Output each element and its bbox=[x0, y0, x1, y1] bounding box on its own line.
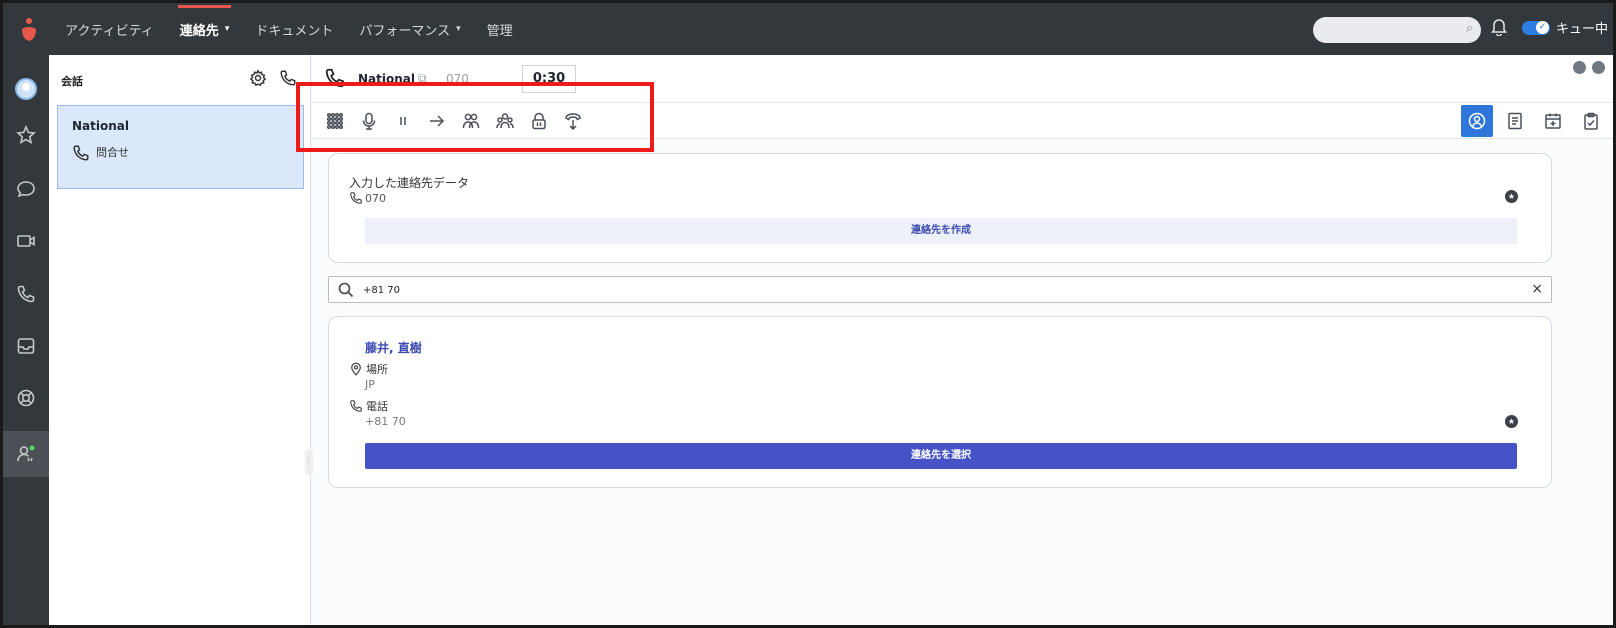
tab-notes[interactable] bbox=[1499, 105, 1531, 137]
rail-help[interactable] bbox=[3, 378, 49, 418]
phone-icon bbox=[350, 192, 362, 204]
conversation-item-type: 問合せ bbox=[72, 144, 129, 162]
avatar bbox=[15, 78, 37, 100]
contact-search-input[interactable] bbox=[363, 281, 1503, 299]
phone-icon bbox=[73, 145, 89, 161]
queue-label: キュー中 bbox=[1556, 22, 1609, 37]
rail-phone[interactable] bbox=[3, 274, 49, 314]
tab-wrapup[interactable] bbox=[1575, 105, 1607, 137]
entered-contact-number-value: 070 bbox=[365, 191, 386, 205]
nav-activity-label: アクティビティ bbox=[65, 23, 154, 39]
nav-performance-label: パフォーマンス bbox=[359, 23, 451, 39]
clear-search-icon[interactable]: × bbox=[1531, 281, 1543, 297]
global-search-input[interactable]: ⌕ bbox=[1313, 17, 1481, 43]
highlight-box bbox=[296, 82, 654, 152]
schedule-icon bbox=[1545, 113, 1561, 129]
contact-phone-row: 電話 bbox=[349, 398, 388, 414]
phone-icon bbox=[17, 285, 35, 303]
video-icon bbox=[17, 235, 35, 247]
search-icon: ⌕ bbox=[1465, 21, 1473, 36]
conversation-item-type-label: 問合せ bbox=[96, 146, 129, 159]
top-nav: アクティビティ 連絡先 ▾ ドキュメント パフォーマンス ▾ 管理 bbox=[65, 3, 539, 55]
nav-admin[interactable]: 管理 bbox=[487, 3, 513, 55]
lifebuoy-icon bbox=[17, 389, 35, 407]
entered-contact-title: 入力した連絡先データ bbox=[349, 176, 470, 190]
chat-icon bbox=[17, 181, 35, 198]
gear-icon[interactable] bbox=[249, 69, 267, 92]
conversation-panel: 会話 National 問合せ bbox=[49, 55, 311, 625]
side-panel-tabs bbox=[1461, 105, 1607, 137]
rail-favorites[interactable] bbox=[3, 115, 49, 155]
conversation-item-name: National bbox=[72, 119, 129, 133]
rail-agent-status[interactable] bbox=[3, 431, 49, 477]
back-icon[interactable] bbox=[1573, 61, 1586, 74]
select-contact-button[interactable]: 連絡先を選択 bbox=[365, 443, 1517, 469]
chevron-down-icon: ▾ bbox=[224, 24, 230, 34]
rail-profile[interactable] bbox=[3, 69, 49, 109]
toggle-switch[interactable] bbox=[1522, 20, 1550, 35]
phone-icon bbox=[350, 400, 362, 412]
agent-status-icon bbox=[17, 445, 35, 462]
globe-icon[interactable] bbox=[1592, 61, 1605, 74]
contact-icon bbox=[1468, 112, 1486, 130]
inbox-icon bbox=[17, 338, 35, 354]
rail-chat[interactable] bbox=[3, 169, 49, 209]
tab-schedule[interactable] bbox=[1537, 105, 1569, 137]
conversation-panel-title: 会話 bbox=[61, 75, 83, 88]
star-icon[interactable]: ★ bbox=[1505, 190, 1518, 203]
nav-documents-label: ドキュメント bbox=[255, 23, 334, 39]
rail-video[interactable] bbox=[3, 221, 49, 261]
contact-result-name[interactable]: 藤井, 直樹 bbox=[365, 339, 422, 356]
star-icon bbox=[16, 125, 36, 144]
create-contact-button[interactable]: 連絡先を作成 bbox=[365, 218, 1517, 244]
nav-activity[interactable]: アクティビティ bbox=[65, 3, 154, 55]
conversation-item[interactable]: National 問合せ bbox=[57, 105, 304, 189]
header-actions bbox=[1573, 61, 1605, 74]
chevron-down-icon: ▾ bbox=[456, 24, 461, 34]
star-icon[interactable]: ★ bbox=[1505, 415, 1518, 428]
tab-contact[interactable] bbox=[1461, 105, 1493, 137]
bell-icon[interactable] bbox=[1491, 18, 1507, 40]
entered-contact-card: 入力した連絡先データ 070 ★ 連絡先を作成 bbox=[328, 153, 1552, 263]
queue-toggle[interactable]: キュー中 bbox=[1522, 18, 1608, 37]
contact-location-row: 場所 bbox=[349, 361, 388, 377]
nav-performance[interactable]: パフォーマンス ▾ bbox=[359, 3, 460, 55]
location-pin-icon bbox=[351, 362, 361, 376]
rail-inbox[interactable] bbox=[3, 326, 49, 366]
contact-location-label: 場所 bbox=[366, 363, 388, 376]
new-call-phone-icon[interactable] bbox=[279, 69, 297, 91]
contact-phone-label: 電話 bbox=[366, 400, 388, 413]
contact-result-card: 藤井, 直樹 場所 JP 電話 +81 70 ★ 連絡先を選択 bbox=[328, 316, 1552, 488]
clipboard-icon bbox=[1584, 112, 1598, 130]
genesys-logo-icon[interactable] bbox=[17, 17, 41, 43]
nav-documents[interactable]: ドキュメント bbox=[255, 3, 333, 55]
app-frame: アクティビティ 連絡先 ▾ ドキュメント パフォーマンス ▾ 管理 ⌕ ✓ キュ… bbox=[0, 0, 1616, 628]
nav-contacts-label: 連絡先 bbox=[179, 23, 219, 39]
top-bar: アクティビティ 連絡先 ▾ ドキュメント パフォーマンス ▾ 管理 ⌕ ✓ キュ… bbox=[3, 3, 1613, 55]
nav-contacts[interactable]: 連絡先 ▾ bbox=[177, 3, 231, 55]
entered-contact-number: 070 bbox=[349, 191, 386, 205]
panel-resize-handle[interactable]: ⋮ bbox=[305, 449, 313, 475]
search-icon bbox=[338, 282, 354, 298]
left-rail bbox=[3, 55, 49, 625]
notes-icon bbox=[1508, 112, 1522, 130]
contact-location-value: JP bbox=[365, 378, 375, 391]
contact-phone-value: +81 70 bbox=[365, 415, 406, 428]
nav-admin-label: 管理 bbox=[486, 23, 513, 39]
contact-search-field: × bbox=[328, 276, 1552, 303]
